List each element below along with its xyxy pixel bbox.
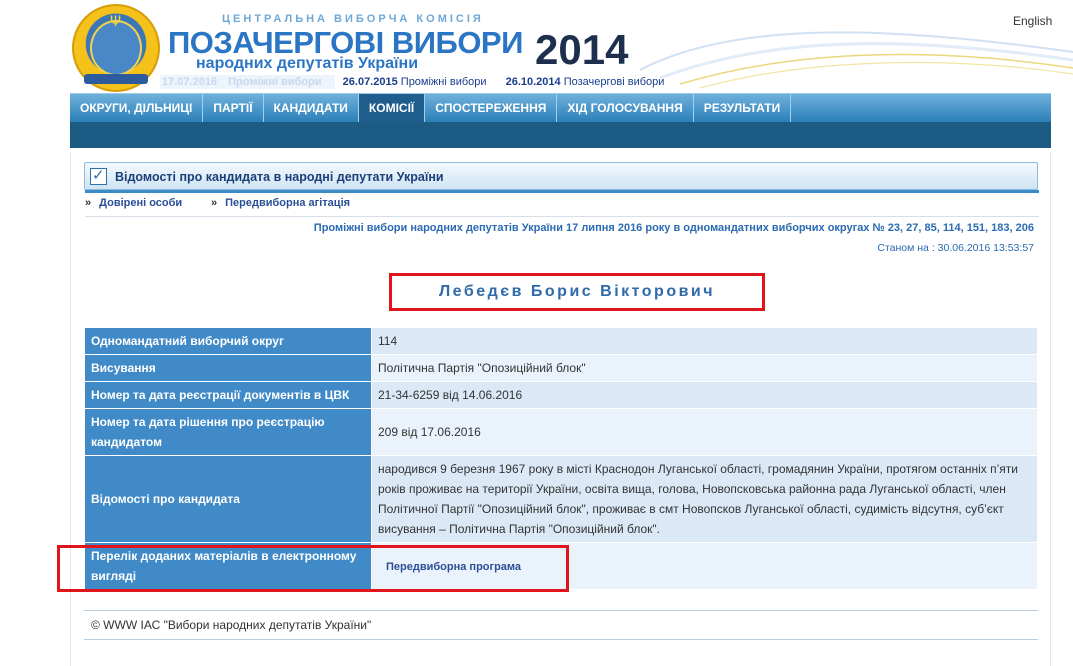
row-value: 21-34-6259 від 14.06.2016 — [371, 381, 1038, 409]
raquo-icon: » — [85, 197, 92, 209]
nav-item-candidates[interactable]: КАНДИДАТИ — [264, 94, 359, 123]
table-row: Відомості про кандидата народився 9 бере… — [84, 455, 1038, 543]
election-info: Проміжні вибори народних депутатів Украї… — [313, 222, 1034, 234]
link-trustees[interactable]: » Довірені особи — [85, 197, 182, 209]
candidate-name: Лебедєв Борис Вікторович — [389, 273, 765, 311]
nav-item-parties[interactable]: ПАРТІЇ — [203, 94, 264, 123]
row-value: Політична Партія "Опозиційний блок" — [371, 354, 1038, 382]
subsection-links: » Довірені особи » Передвиборна агітація — [85, 195, 1039, 217]
section-title: Відомості про кандидата в народні депута… — [115, 170, 444, 184]
cvk-emblem-logo[interactable]: Ψ — [72, 4, 160, 92]
as-of-timestamp: Станом на : 30.06.2016 13:53:57 — [877, 242, 1034, 254]
row-value: 209 від 17.06.2016 — [371, 408, 1038, 456]
row-label: Висування — [84, 354, 372, 382]
link-label: Довірені особи — [99, 197, 183, 209]
section-underline — [85, 190, 1039, 193]
election-link[interactable]: 26.10.2014 Позачергові вибори — [506, 76, 673, 88]
checkbox-icon: ✓ — [90, 166, 107, 185]
table-row: Висування Політична Партія "Опозиційний … — [84, 354, 1038, 382]
election-year: 2014 — [535, 26, 629, 73]
trident-icon: Ψ — [110, 14, 122, 30]
link-campaigning[interactable]: » Передвиборна агітація — [211, 197, 350, 209]
nav-item-observation[interactable]: СПОСТЕРЕЖЕННЯ — [425, 94, 558, 123]
cvk-caption: ЦЕНТРАЛЬНА ВИБОРЧА КОМІСІЯ — [222, 13, 484, 25]
sub-nav-bar — [70, 122, 1051, 148]
election-switcher: 17.07.2016 Проміжні вибори 26.07.2015 Пр… — [160, 75, 680, 89]
nav-item-voting-progress[interactable]: ХІД ГОЛОСУВАННЯ — [557, 94, 694, 123]
footer: © WWW ІАС "Вибори народних депутатів Укр… — [84, 610, 1038, 640]
election-date: 26.10.2014 — [505, 76, 561, 88]
nav-item-commissions[interactable]: КОМІСІЇ — [358, 94, 426, 123]
content-area: ✓ Відомості про кандидата в народні депу… — [57, 152, 1051, 666]
election-label: Проміжні вибори — [228, 76, 322, 88]
election-date: 17.07.2016 — [162, 76, 218, 88]
link-label: Передвиборна агітація — [225, 197, 351, 209]
election-subtitle: народних депутатів України — [196, 55, 419, 72]
main-nav: ОКРУГИ, ДІЛЬНИЦІ ПАРТІЇ КАНДИДАТИ КОМІСІ… — [70, 93, 1051, 123]
nav-item-districts[interactable]: ОКРУГИ, ДІЛЬНИЦІ — [70, 94, 204, 123]
row-label: Відомості про кандидата — [84, 455, 372, 543]
raquo-icon: » — [211, 197, 218, 209]
election-link[interactable]: 26.07.2015 Проміжні вибори — [343, 76, 498, 88]
election-link-current[interactable]: 17.07.2016 Проміжні вибори — [160, 75, 335, 89]
section-header: ✓ Відомості про кандидата в народні депу… — [84, 162, 1039, 193]
row-label: Одномандатний виборчий округ — [84, 327, 372, 355]
election-date: 26.07.2015 — [342, 76, 398, 88]
row-label: Номер та дата реєстрації документів в ЦВ… — [84, 381, 372, 409]
table-row: Номер та дата реєстрації документів в ЦВ… — [84, 381, 1038, 409]
emblem-ribbon — [84, 74, 148, 84]
header-swoosh-decoration — [640, 31, 1073, 89]
table-row: Номер та дата рішення про реєстрацію кан… — [84, 408, 1038, 456]
table-row: Одномандатний виборчий округ 114 — [84, 327, 1038, 355]
row-value: 114 — [371, 327, 1038, 355]
english-language-link[interactable]: English — [1013, 14, 1052, 28]
site-header: Ψ ЦЕНТРАЛЬНА ВИБОРЧА КОМІСІЯ ПОЗАЧЕРГОВІ… — [0, 0, 1073, 92]
row-value: народився 9 березня 1967 року в місті Кр… — [371, 455, 1038, 543]
highlight-box-materials — [57, 545, 569, 592]
row-label: Номер та дата рішення про реєстрацію кан… — [84, 408, 372, 456]
election-label: Проміжні вибори — [400, 76, 487, 88]
election-label: Позачергові вибори — [563, 76, 665, 88]
nav-item-results[interactable]: РЕЗУЛЬТАТИ — [694, 94, 792, 123]
